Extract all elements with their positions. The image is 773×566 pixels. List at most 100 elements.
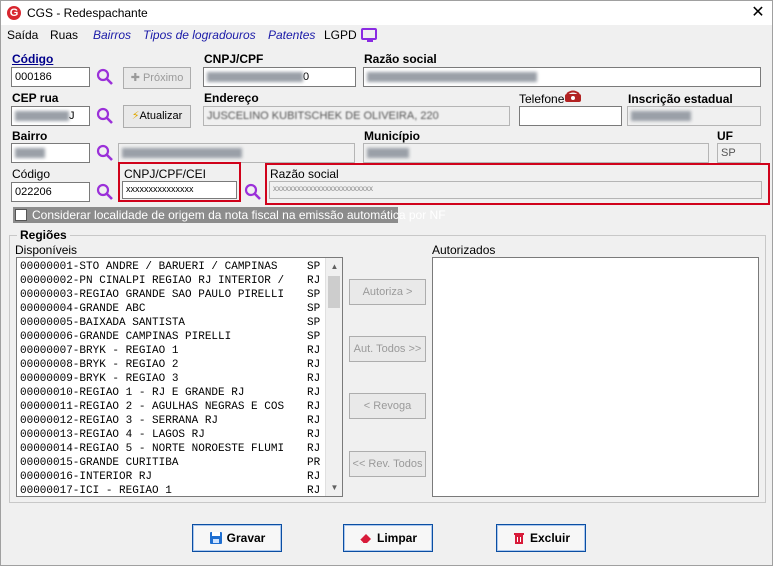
gravar-button[interactable]: Gravar [192,524,282,552]
list-item-text: 00000015-GRANDE CURITIBA [20,457,179,469]
considerar-localidade-checkbox[interactable] [15,209,27,221]
close-icon[interactable]: ✕ [743,1,773,25]
list-item[interactable]: 00000012-REGIAO 3 - SERRANA RJ RJ [17,414,342,428]
endereco-label: Endereço [204,91,259,105]
endereco-value: JUSCELINO KUBITSCHEK DE OLIVEIRA, 220 [207,110,439,122]
list-item-uf: RJ [307,345,321,357]
main-window: G CGS - Redespachante ✕ Saída Ruas Bairr… [0,0,773,566]
bairro-label: Bairro [12,129,48,143]
revoga-button[interactable]: < Revoga [349,393,426,419]
disponiveis-list: 00000001-STO ANDRE / BARUERI / CAMPINAS S… [17,258,342,496]
list-item-uf: RJ [307,373,321,385]
list-item-uf: RJ [307,429,321,441]
list-item-text: 00000005-BAIXADA SANTISTA [20,317,186,329]
cnpj-cpf-cei-field[interactable]: xxxxxxxxxxxxxxx [122,181,237,199]
autorizados-label: Autorizados [432,243,496,257]
list-item[interactable]: 00000011-REGIAO 2 - AGULHAS NEGRAS E COS… [17,400,342,414]
list-item[interactable]: 00000001-STO ANDRE / BARUERI / CAMPINAS S… [17,260,342,274]
scroll-up-icon[interactable]: ▲ [326,258,342,275]
codigo2-field[interactable]: 022206 [11,182,90,202]
redacted-value [367,148,409,159]
telefone-field[interactable] [519,106,622,126]
list-item[interactable]: 00000017-ICI - REGIAO 1 RJ [17,484,342,496]
scroll-down-icon[interactable]: ▼ [326,479,342,496]
list-item-text: 00000004-GRANDE ABC [20,303,146,315]
menu-tipos-logradouros[interactable]: Tipos de logradouros [143,28,256,42]
disponiveis-scrollbar[interactable]: ▲ ▼ [325,258,342,496]
list-item-uf: SP [307,317,321,329]
regioes-title: Regiões [17,228,70,242]
cnpj-cpf-field[interactable]: 0 [203,67,356,87]
list-item-uf: SP [307,261,321,273]
proximo-button[interactable]: ✚ Próximo [123,67,191,89]
list-item-text: 00000001-STO ANDRE / BARUERI / CAMPINAS [20,261,278,273]
search-icon[interactable] [96,107,114,125]
razao-social-label: Razão social [364,52,437,66]
save-icon [209,532,222,544]
list-item-uf: RJ [307,359,321,371]
list-item-uf: RJ [307,443,321,455]
autoriza-button[interactable]: Autoriza > [349,279,426,305]
monitor-icon[interactable] [361,28,377,42]
list-item[interactable]: 00000007-BRYK - REGIAO 1 RJ [17,344,342,358]
proximo-label: Próximo [142,72,184,84]
limpar-button[interactable]: Limpar [343,524,433,552]
excluir-button[interactable]: Excluir [496,524,586,552]
list-item[interactable]: 00000016-INTERIOR RJ RJ [17,470,342,484]
list-item-text: 00000011-REGIAO 2 - AGULHAS NEGRAS E COS [20,401,285,413]
bairro-name-field [118,143,355,163]
razao-social2-label: Razão social [270,167,339,181]
inscricao-estadual-label: Inscrição estadual [628,92,733,106]
search-icon[interactable] [96,144,114,162]
list-item[interactable]: 00000009-BRYK - REGIAO 3 RJ [17,372,342,386]
menu-lgpd[interactable]: LGPD [324,28,357,42]
cep-rua-label: CEP rua [12,91,59,105]
cep-rua-field[interactable]: J [11,106,90,126]
list-item[interactable]: 00000005-BAIXADA SANTISTA SP [17,316,342,330]
aut-todos-button[interactable]: Aut. Todos >> [349,336,426,362]
list-item[interactable]: 00000002-PN CINALPI REGIAO RJ INTERIOR /… [17,274,342,288]
uf-field: SP [717,143,761,163]
menu-bar: Saída Ruas Bairros Tipos de logradouros … [1,25,772,45]
list-item-uf: RJ [307,401,321,413]
menu-bairros[interactable]: Bairros [93,28,131,42]
title-bar: G CGS - Redespachante ✕ [1,1,772,25]
disponiveis-listbox[interactable]: 00000001-STO ANDRE / BARUERI / CAMPINAS S… [16,257,343,497]
list-item[interactable]: 00000015-GRANDE CURITIBA PR [17,456,342,470]
bairro-field[interactable] [11,143,90,163]
list-item-uf: SP [307,331,321,343]
list-item[interactable]: 00000014-REGIAO 5 - NORTE NOROESTE FLUMI… [17,442,342,456]
list-item-uf: RJ [307,387,321,399]
razao-social-field[interactable] [363,67,761,87]
list-item-text: 00000002-PN CINALPI REGIAO RJ INTERIOR / [20,275,285,287]
plus-icon: ✚ [130,72,143,84]
list-item[interactable]: 00000004-GRANDE ABC SP [17,302,342,316]
municipio-field [363,143,709,163]
codigo2-label: Código [12,167,51,181]
uf-label: UF [717,129,733,143]
list-item-text: 00000012-REGIAO 3 - SERRANA RJ [20,415,219,427]
considerar-localidade-checkbox-row[interactable]: Considerar localidade de origem da nota … [13,207,446,223]
list-item-text: 00000010-REGIAO 1 - RJ E GRANDE RJ [20,387,245,399]
redacted-value [15,148,45,159]
menu-ruas[interactable]: Ruas [50,28,78,42]
list-item[interactable]: 00000006-GRANDE CAMPINAS PIRELLI SP [17,330,342,344]
list-item[interactable]: 00000010-REGIAO 1 - RJ E GRANDE RJ RJ [17,386,342,400]
list-item[interactable]: 00000003-REGIAO GRANDE SAO PAULO PIRELLI… [17,288,342,302]
search-icon[interactable] [96,68,114,86]
codigo-field[interactable]: 000186 [11,67,90,87]
list-item-uf: RJ [307,415,321,427]
atualizar-button[interactable]: ⚡Atualizar [123,105,191,128]
excluir-label: Excluir [529,531,571,545]
scroll-thumb[interactable] [328,276,340,308]
menu-saida[interactable]: Saída [7,28,38,42]
list-item[interactable]: 00000013-REGIAO 4 - LAGOS RJ RJ [17,428,342,442]
redacted-value [631,111,691,122]
rev-todos-button[interactable]: << Rev. Todos [349,451,426,477]
autorizados-listbox[interactable] [432,257,759,497]
list-item[interactable]: 00000008-BRYK - REGIAO 2 RJ [17,358,342,372]
phone-icon [565,90,581,102]
search-icon[interactable] [96,183,114,201]
menu-patentes[interactable]: Patentes [268,28,315,42]
search-icon[interactable] [244,183,262,201]
